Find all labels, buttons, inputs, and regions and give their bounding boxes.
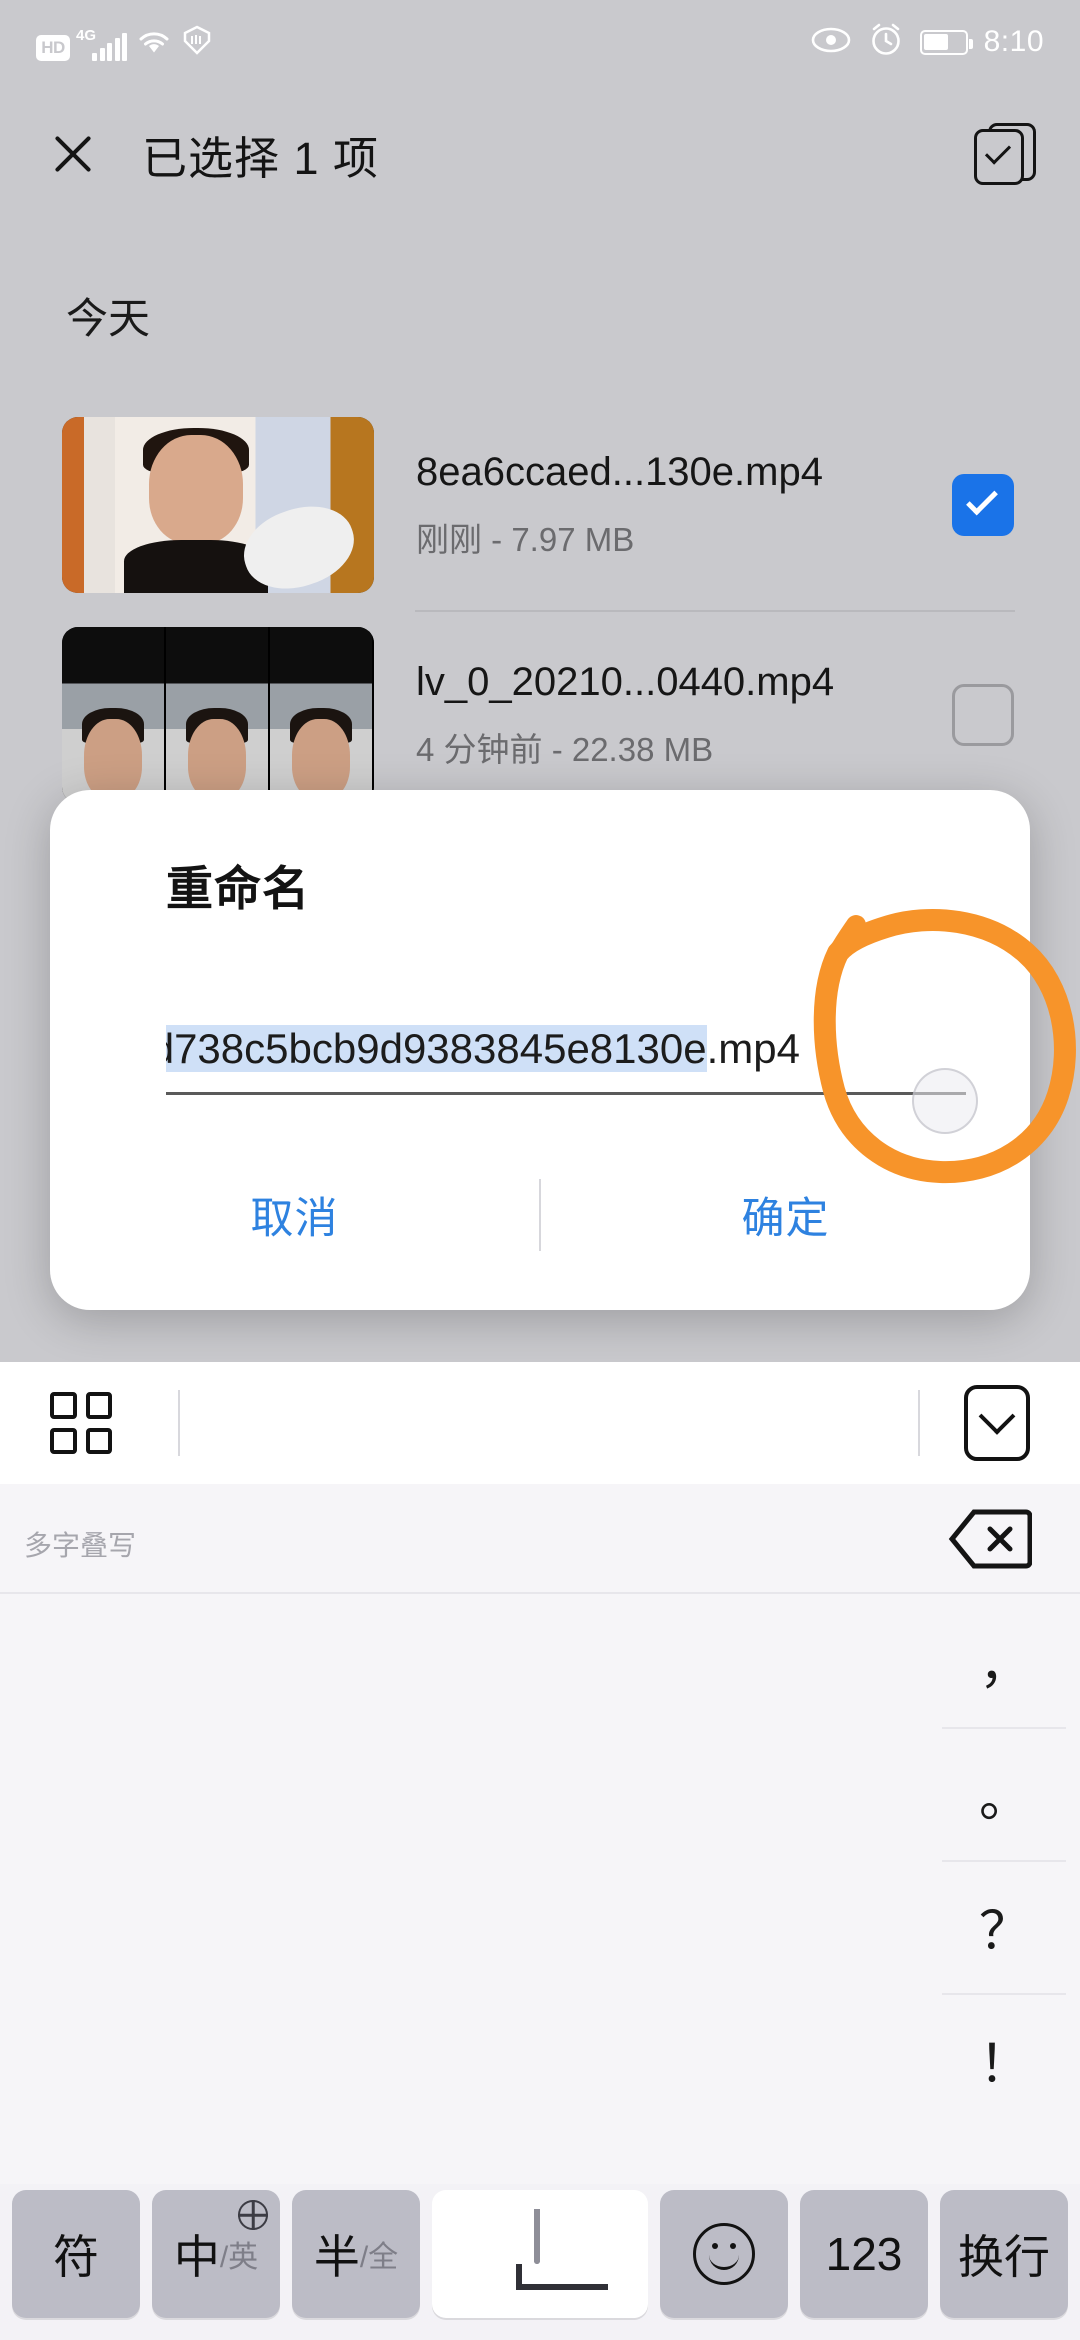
- cancel-button[interactable]: 取消: [50, 1184, 539, 1246]
- file-list: 8ea6ccaed...130e.mp4 刚刚 - 7.97 MB lv_0_2…: [0, 400, 1080, 820]
- punct-key-period[interactable]: 。: [930, 1727, 1080, 1860]
- language-key-label: 中: [173, 2231, 220, 2283]
- language-key-sublabel: /英: [219, 2241, 259, 2274]
- width-key[interactable]: 半 /全: [292, 2190, 420, 2318]
- toolbar-separator-left: [178, 1390, 180, 1456]
- handwriting-hint-label: 多字叠写: [24, 1530, 137, 1561]
- signal-bars-icon: 4G: [76, 27, 127, 61]
- video-thumbnail[interactable]: [62, 627, 374, 803]
- rename-input-selected-text: ccaed738c5bcb9d9383845e8130e: [166, 1025, 707, 1072]
- emoji-smiley-icon: [693, 2223, 755, 2285]
- video-thumbnail[interactable]: [62, 417, 374, 593]
- list-divider: [415, 610, 1015, 612]
- keyboard-bottom-row: 符 中 /英 半 /全 123 换行: [0, 2184, 1080, 2340]
- file-name: lv_0_20210...0440.mp4: [416, 659, 835, 704]
- eye-comfort-icon: [810, 25, 852, 60]
- status-bar: HD 4G 8:10: [0, 0, 1080, 84]
- dialog-title: 重命名: [166, 862, 310, 915]
- keyboard: 多字叠写 ， 。 ？ ！ 符 中 /英 半 /全 123 换行: [0, 1362, 1080, 2340]
- rename-dialog: 重命名 ccaed738c5bcb9d9383845e8130e.mp4 取消 …: [50, 790, 1030, 1310]
- close-icon[interactable]: [44, 125, 102, 183]
- section-header-today: 今天: [66, 295, 151, 342]
- symbol-key-label: 符: [53, 2231, 99, 2283]
- numeric-key[interactable]: 123: [800, 2190, 928, 2318]
- file-checkbox-unchecked[interactable]: [952, 684, 1014, 746]
- language-key[interactable]: 中 /英: [152, 2190, 280, 2318]
- phone-screen: HD 4G 8:10 已选择 1 项 今天 8ea6ccaed...130e.m…: [0, 0, 1080, 2340]
- status-bar-right: 8:10: [810, 22, 1044, 63]
- page-title: 已选择 1 项: [142, 132, 380, 184]
- dialog-actions: 取消 确定: [50, 1160, 1030, 1270]
- vpn-shield-icon: [181, 24, 213, 61]
- globe-icon: [238, 2200, 268, 2230]
- confirm-button[interactable]: 确定: [541, 1184, 1030, 1246]
- app-bar: 已选择 1 项: [0, 84, 1080, 224]
- file-meta-text: 4 分钟前 - 22.38 MB: [416, 730, 714, 768]
- microphone-icon[interactable]: [534, 2208, 562, 2264]
- newline-key[interactable]: 换行: [940, 2190, 1068, 2318]
- space-key[interactable]: [432, 2190, 648, 2318]
- file-checkbox-checked[interactable]: [952, 474, 1014, 536]
- collapse-keyboard-chevron-down-icon[interactable]: [964, 1385, 1030, 1461]
- rename-input-extension-text: .mp4: [706, 1025, 800, 1072]
- signal-strength-bars: [92, 32, 127, 61]
- keyboard-grid-icon[interactable]: [50, 1392, 112, 1454]
- toolbar-separator-right: [918, 1390, 920, 1456]
- punctuation-column: ， 。 ？ ！: [930, 1484, 1080, 2184]
- status-bar-left: HD 4G: [36, 24, 213, 61]
- punct-key-comma[interactable]: ，: [930, 1594, 1080, 1727]
- newline-key-label: 换行: [958, 2231, 1050, 2283]
- file-name: 8ea6ccaed...130e.mp4: [416, 449, 823, 494]
- file-meta-text: 刚刚 - 7.97 MB: [416, 520, 635, 558]
- text-cursor-handle-icon[interactable]: [912, 1068, 978, 1134]
- file-info: 8ea6ccaed...130e.mp4 刚刚 - 7.97 MB: [416, 450, 952, 561]
- symbol-key[interactable]: 符: [12, 2190, 140, 2318]
- input-underline: [166, 1092, 966, 1095]
- status-bar-clock: 8:10: [983, 25, 1044, 58]
- network-type-label: 4G: [76, 26, 97, 44]
- hd-icon: HD: [36, 34, 70, 61]
- spacebar-mark-icon: [516, 2264, 608, 2290]
- handwriting-panel[interactable]: 多字叠写 ， 。 ？ ！: [0, 1484, 1080, 2184]
- wifi-icon: [136, 26, 172, 61]
- rename-input[interactable]: ccaed738c5bcb9d9383845e8130e.mp4: [166, 1012, 966, 1086]
- punct-key-exclamation[interactable]: ！: [930, 1993, 1080, 2126]
- select-all-icon[interactable]: [974, 123, 1036, 185]
- list-item[interactable]: lv_0_20210...0440.mp4 4 分钟前 - 22.38 MB: [0, 610, 1080, 820]
- punct-key-question[interactable]: ？: [930, 1860, 1080, 1993]
- width-key-label: 半: [313, 2231, 360, 2283]
- list-item[interactable]: 8ea6ccaed...130e.mp4 刚刚 - 7.97 MB: [0, 400, 1080, 610]
- alarm-clock-icon: [868, 22, 904, 63]
- keyboard-toolbar: [0, 1362, 1080, 1484]
- numeric-key-label: 123: [825, 2228, 903, 2280]
- battery-icon: [919, 29, 973, 55]
- width-key-sublabel: /全: [359, 2241, 399, 2274]
- file-info: lv_0_20210...0440.mp4 4 分钟前 - 22.38 MB: [416, 660, 952, 771]
- handwriting-divider: [0, 1592, 1080, 1594]
- emoji-key[interactable]: [660, 2190, 788, 2318]
